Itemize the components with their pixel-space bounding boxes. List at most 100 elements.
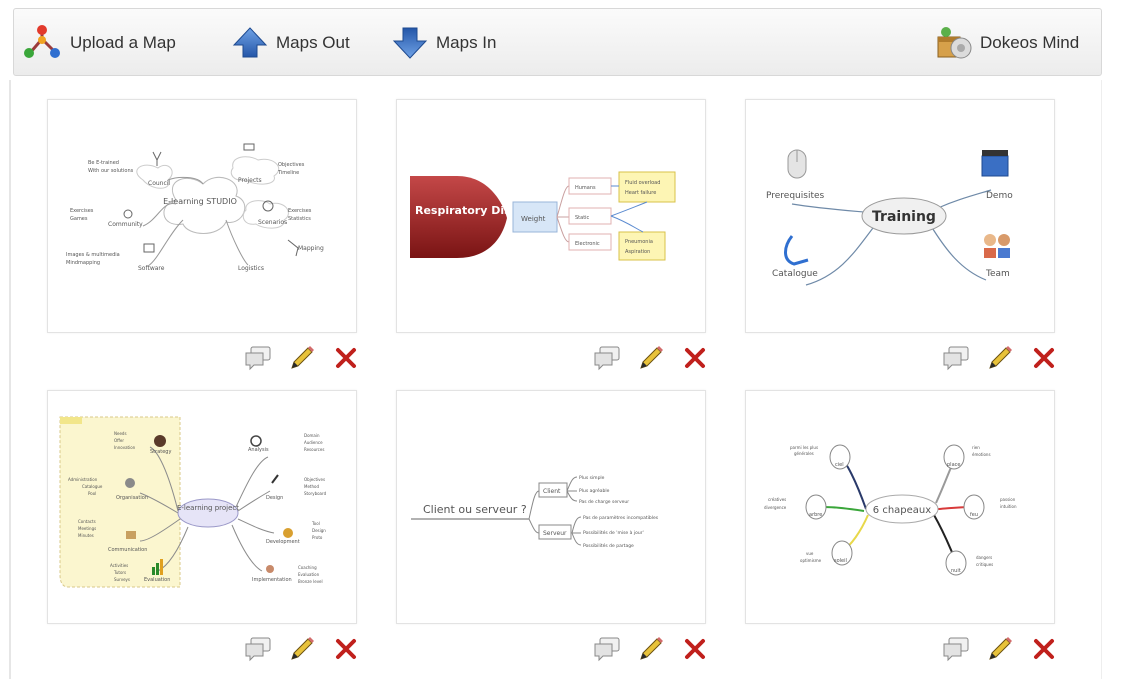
map-center-text: E-learning project: [177, 504, 239, 512]
map-node: Development: [266, 539, 300, 545]
comment-button[interactable]: [592, 344, 622, 372]
card-actions: [592, 635, 710, 663]
map-card[interactable]: E-learning project Strategy Organisation…: [47, 390, 357, 624]
edit-pencil-icon: [640, 346, 663, 369]
map-node: Analysis: [248, 447, 269, 453]
card-actions: [592, 344, 710, 372]
map-node: Evaluation: [144, 577, 170, 583]
edit-pencil-icon: [640, 637, 663, 660]
delete-x-icon: [685, 639, 705, 659]
edit-button[interactable]: [636, 635, 666, 663]
map-detail: Bronze level: [298, 579, 323, 584]
maps-in-label: Maps In: [436, 33, 497, 52]
map-detail: Resources: [304, 447, 324, 452]
map-node: Team: [985, 269, 1010, 279]
upload-map-button[interactable]: Upload a Map: [22, 25, 176, 61]
map-node: Weight: [521, 215, 546, 223]
map-detail: Timeline: [277, 170, 299, 176]
map-card[interactable]: 6 chapeaux ciel arbre soleil place feu n…: [745, 390, 1055, 624]
edit-pencil-icon: [291, 637, 314, 660]
map-detail: With our solutions: [88, 168, 134, 174]
map-detail: Storyboard: [304, 491, 327, 496]
delete-x-icon: [1034, 348, 1054, 368]
map-node: Mapping: [298, 245, 324, 252]
map-detail: Possibilités de 'mise à jour': [583, 529, 644, 536]
comment-button[interactable]: [243, 635, 273, 663]
comment-icon: [943, 346, 969, 371]
map-detail: Activities: [110, 563, 128, 568]
brand-label: Dokeos Mind: [980, 33, 1080, 52]
map-node: Design: [266, 495, 283, 501]
map-detail: divergence: [764, 505, 787, 510]
edit-button[interactable]: [985, 344, 1015, 372]
maps-out-button[interactable]: Maps Out: [232, 25, 350, 61]
edit-button[interactable]: [985, 635, 1015, 663]
delete-x-icon: [1034, 639, 1054, 659]
map-thumbnail: E-learning project Strategy Organisation…: [59, 416, 327, 588]
map-card[interactable]: Client ou serveur ? Client Serveur Plus …: [396, 390, 706, 624]
delete-button[interactable]: [680, 344, 710, 372]
map-card[interactable]: E-learning STUDIO Council Projects Commu…: [47, 99, 357, 333]
comment-icon: [245, 346, 271, 371]
map-node: soleil: [834, 558, 847, 564]
comment-button[interactable]: [941, 344, 971, 372]
map-detail: Needs: [114, 431, 127, 436]
comment-button[interactable]: [941, 635, 971, 663]
delete-button[interactable]: [331, 635, 361, 663]
maps-out-label: Maps Out: [276, 33, 350, 52]
map-thumbnail: E-learning STUDIO Council Projects Commu…: [66, 143, 324, 272]
map-detail: Images & multimedia: [66, 252, 120, 258]
map-node: Demo: [986, 191, 1013, 201]
map-node: Client: [543, 488, 561, 495]
map-detail: critiques: [976, 562, 993, 567]
comment-button[interactable]: [243, 344, 273, 372]
map-card[interactable]: Respiratory Distress Weight Humans Stati…: [396, 99, 706, 333]
map-detail: Domain: [304, 433, 320, 438]
mouse-icon: [787, 149, 807, 179]
map-thumbnail: Training Prerequisites Demo Catalogue Te…: [766, 149, 1013, 286]
map-node: Organisation: [116, 495, 148, 501]
map-detail: Minutes: [78, 533, 94, 538]
map-detail: Pneumonia: [625, 239, 653, 245]
map-node: feu: [970, 512, 978, 518]
map-node: nuit: [951, 568, 961, 574]
map-detail: Design: [312, 528, 326, 533]
map-card[interactable]: Training Prerequisites Demo Catalogue Te…: [745, 99, 1055, 333]
delete-button[interactable]: [1029, 635, 1059, 663]
map-detail: générales: [794, 451, 814, 456]
edit-button[interactable]: [287, 635, 317, 663]
map-node: Strategy: [150, 449, 171, 455]
map-node: Humans: [575, 185, 596, 191]
map-detail: Statistics: [288, 216, 311, 222]
map-detail: Offer: [114, 438, 124, 443]
comment-icon: [943, 637, 969, 662]
map-detail: Fluid overload: [625, 180, 660, 186]
delete-button[interactable]: [331, 344, 361, 372]
dokeos-mind-link[interactable]: Dokeos Mind: [934, 25, 1079, 61]
map-detail: Coaching: [298, 565, 317, 570]
map-center-text: Client ou serveur ?: [423, 503, 527, 516]
map-thumbnail: Client ou serveur ? Client Serveur Plus …: [411, 475, 659, 549]
app-window: Upload a Map Maps Out Maps In Dokeos Min…: [0, 0, 1121, 679]
map-detail: Pas de charge serveur: [579, 499, 629, 505]
edit-button[interactable]: [287, 344, 317, 372]
edit-pencil-icon: [989, 637, 1012, 660]
comment-button[interactable]: [592, 635, 622, 663]
map-thumbnail: 6 chapeaux ciel arbre soleil place feu n…: [764, 444, 1017, 576]
map-detail: Possibilités de partage: [583, 542, 634, 549]
map-node: Static: [575, 215, 590, 221]
delete-button[interactable]: [1029, 344, 1059, 372]
map-node: Electronic: [575, 241, 600, 247]
comment-icon: [245, 637, 271, 662]
dokeos-mind-icon: [937, 27, 972, 59]
map-detail: Tutors: [113, 570, 126, 575]
edit-button[interactable]: [636, 344, 666, 372]
maps-in-button[interactable]: Maps In: [392, 25, 496, 61]
delete-x-icon: [685, 348, 705, 368]
delete-button[interactable]: [680, 635, 710, 663]
map-detail: Objectives: [278, 162, 305, 168]
map-detail: intuition: [1000, 504, 1017, 509]
map-node: Software: [138, 265, 165, 272]
map-node: Implementation: [252, 577, 292, 583]
upload-map-label: Upload a Map: [70, 33, 176, 52]
